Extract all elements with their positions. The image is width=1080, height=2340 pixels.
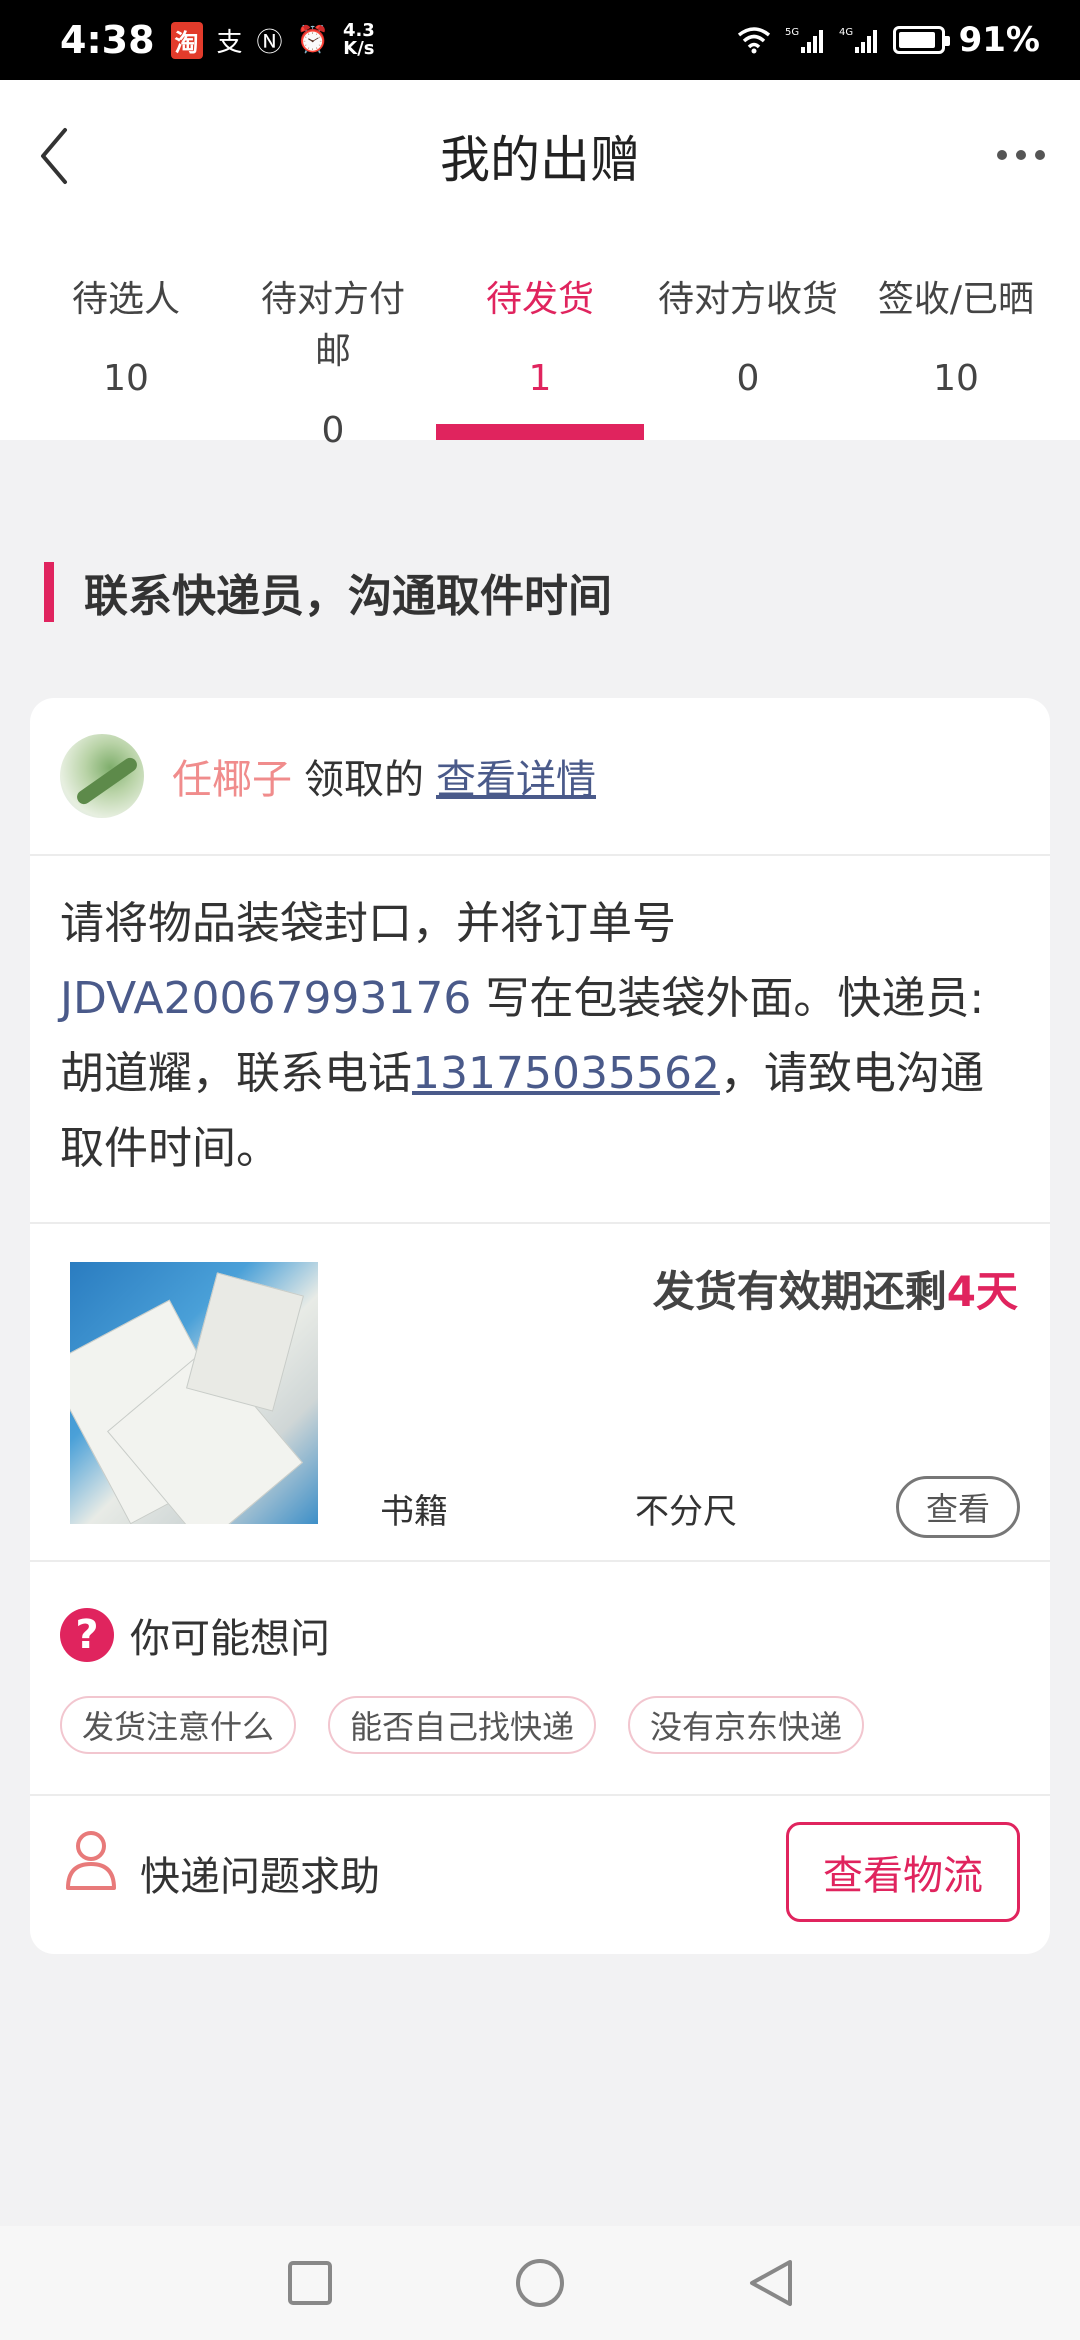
battery-icon — [892, 26, 950, 54]
faq-title: 你可能想问 — [130, 1616, 330, 1662]
courier-phone-link[interactable]: 13175035562 — [412, 1048, 720, 1099]
view-details-link[interactable]: 查看详情 — [436, 747, 596, 805]
recent-apps-button[interactable] — [285, 2258, 335, 2308]
section-title: 联系快递员，沟通取件时间 — [44, 560, 612, 624]
order-number[interactable]: JDVA20067993176 — [60, 973, 471, 1024]
alipay-icon: 支 — [216, 27, 243, 58]
product-image[interactable] — [70, 1262, 318, 1524]
alarm-icon: ⏰ — [296, 25, 329, 55]
tab-label: 待对方收货 — [657, 279, 838, 320]
tab-pending-receipt[interactable]: 待对方收货 0 — [644, 270, 852, 440]
deadline-days: 4天 — [946, 1267, 1018, 1316]
shipment-card: 任椰子 领取的 查看详情 请将物品装袋封口，并将订单号 JDVA20067993… — [30, 698, 1050, 1954]
tab-label: 待对方付邮 — [260, 279, 405, 372]
svg-text:4G: 4G — [839, 27, 853, 38]
avatar[interactable] — [60, 734, 144, 818]
deadline-prefix: 发货有效期还剩 — [652, 1267, 947, 1316]
notification-icons: 淘 支 Ⓝ ⏰ 4.3 K/s — [170, 21, 375, 59]
header: 我的出赠 待选人 10 待对方付邮 0 待发货 1 待对方收货 0 签收/已晒 … — [0, 80, 1080, 451]
faq-chip[interactable]: 能否自己找快递 — [328, 1696, 597, 1754]
tab-pending-shipment[interactable]: 待发货 1 — [436, 270, 644, 440]
product-category: 书籍 — [380, 1492, 448, 1532]
receiver-row: 任椰子 领取的 查看详情 — [30, 698, 1050, 856]
nfc-icon: Ⓝ — [256, 27, 283, 58]
home-button[interactable] — [515, 2258, 565, 2308]
receiver-suffix: 领取的 — [304, 757, 424, 803]
back-nav-button[interactable] — [745, 2258, 795, 2308]
tab-count: 0 — [321, 410, 345, 451]
circle-icon — [516, 2259, 564, 2307]
status-bar: 4:38 淘 支 Ⓝ ⏰ 4.3 K/s 5G 4G 91% — [0, 0, 1080, 80]
instructions-text: 请将物品装袋封口，并将订单号 — [60, 898, 676, 949]
section-title-text: 联系快递员，沟通取件时间 — [84, 571, 612, 622]
tab-count: 10 — [103, 358, 149, 399]
faq-header: ? 你可能想问 — [60, 1606, 330, 1664]
network-speed-unit: K/s — [343, 38, 375, 59]
courier-support-row: 快递问题求助 查看物流 — [30, 1794, 1050, 1954]
battery-percentage: 91% — [958, 20, 1040, 60]
tab-label: 签收/已晒 — [877, 279, 1035, 320]
signal-4g-icon: 4G — [839, 27, 877, 53]
page-title: 我的出赠 — [440, 131, 640, 189]
signal-5g-icon: 5G — [785, 27, 823, 53]
shipping-instructions: 请将物品装袋封口，并将订单号 JDVA20067993176 写在包装袋外面。快… — [60, 886, 1020, 1186]
network-speed: 4.3 K/s — [343, 22, 375, 58]
person-icon — [66, 1831, 116, 1890]
product-size: 不分尺 — [635, 1492, 737, 1532]
status-tabs: 待选人 10 待对方付邮 0 待发货 1 待对方收货 0 签收/已晒 10 — [0, 270, 1080, 451]
tab-pending-postage[interactable]: 待对方付邮 0 — [252, 270, 414, 451]
more-dot-icon — [1016, 150, 1026, 160]
divider — [30, 1222, 1050, 1224]
battery-level — [898, 32, 935, 48]
status-time: 4:38 — [60, 18, 155, 62]
view-logistics-button[interactable]: 查看物流 — [786, 1822, 1020, 1922]
system-nav-bar — [0, 2226, 1080, 2340]
tab-count: 1 — [528, 358, 552, 399]
tab-label: 待选人 — [71, 279, 180, 320]
faq-chips: 发货注意什么 能否自己找快递 没有京东快递 — [60, 1696, 865, 1754]
product-image-paper — [186, 1272, 304, 1412]
view-product-button[interactable]: 查看 — [896, 1476, 1020, 1538]
wifi-icon — [737, 27, 770, 54]
tab-count: 0 — [736, 358, 760, 399]
tab-received[interactable]: 签收/已晒 10 — [852, 270, 1060, 440]
more-options-button[interactable] — [986, 140, 1056, 170]
section-accent-bar — [44, 562, 54, 622]
square-icon — [288, 2261, 332, 2305]
receiver-name[interactable]: 任椰子 — [172, 747, 292, 805]
courier-help-label[interactable]: 快递问题求助 — [140, 1844, 380, 1902]
svg-text:5G: 5G — [785, 27, 799, 38]
more-dot-icon — [1035, 150, 1045, 160]
shipping-deadline: 发货有效期还剩4天 — [653, 1258, 1018, 1319]
more-dot-icon — [997, 150, 1007, 160]
triangle-back-icon — [750, 2260, 792, 2306]
tab-pending-selection[interactable]: 待选人 10 — [0, 270, 252, 440]
taobao-app-icon: 淘 — [170, 21, 203, 59]
tab-label: 待发货 — [485, 279, 594, 320]
divider — [30, 1560, 1050, 1562]
faq-chip[interactable]: 发货注意什么 — [60, 1696, 297, 1754]
faq-chip[interactable]: 没有京东快递 — [628, 1696, 865, 1754]
tab-count: 10 — [933, 358, 979, 399]
question-mark-icon: ? — [60, 1608, 114, 1662]
system-icons: 5G 4G 91% — [737, 20, 1040, 60]
